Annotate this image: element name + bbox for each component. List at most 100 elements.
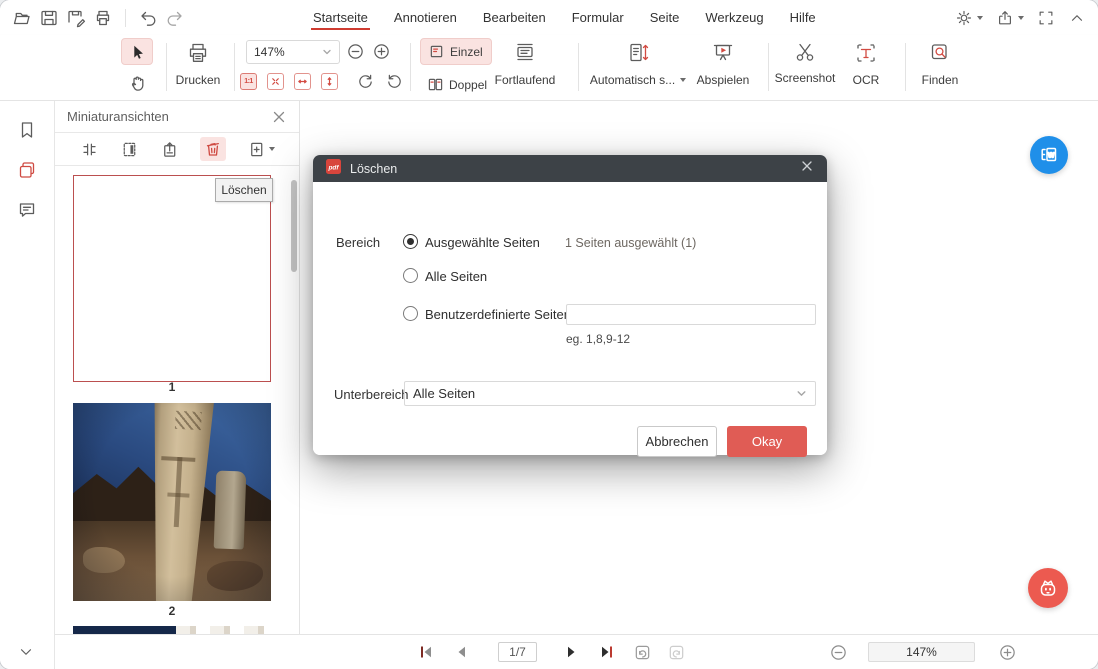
add-page-button[interactable] (247, 140, 275, 159)
tab-hilfe[interactable]: Hilfe (790, 0, 816, 35)
toolbar: Drucken 147% 1:1 Einzel Doppel For (0, 35, 1098, 101)
okay-button[interactable]: Okay (727, 426, 807, 457)
rotate-cw-button[interactable] (356, 72, 375, 91)
menubar-divider (125, 9, 126, 27)
panel-scrollbar[interactable] (291, 180, 297, 272)
save-icon[interactable] (39, 8, 59, 28)
select-tool-button[interactable] (121, 38, 153, 65)
cancel-button[interactable]: Abbrechen (637, 426, 717, 457)
print-button[interactable]: Drucken (170, 35, 226, 87)
fullscreen-icon[interactable] (1037, 9, 1055, 27)
play-label: Abspielen (697, 73, 750, 87)
zoom-select[interactable]: 147% (246, 40, 340, 64)
autoscroll-label: Automatisch s... (590, 73, 675, 87)
screenshot-button[interactable]: Screenshot (772, 35, 838, 85)
page-indicator[interactable]: 1/7 (498, 642, 537, 662)
continuous-label: Fortlaufend (495, 73, 556, 87)
zoom-in-button[interactable] (372, 42, 391, 61)
last-page-button[interactable] (599, 635, 615, 669)
convert-to-word-button[interactable]: W (1030, 136, 1068, 174)
extract-page-icon[interactable] (120, 140, 139, 159)
open-file-icon[interactable] (12, 8, 32, 28)
double-page-button[interactable]: Doppel (420, 71, 495, 98)
tab-annotieren[interactable]: Annotieren (394, 0, 457, 35)
delete-tooltip: Löschen (215, 178, 273, 202)
page-fit-group: 1:1 (240, 72, 404, 91)
dialog-titlebar[interactable]: pdf Löschen (313, 155, 827, 182)
zoom-level-box[interactable]: 147% (868, 642, 975, 662)
fit-width-button[interactable] (294, 73, 311, 90)
print-icon[interactable] (93, 8, 113, 28)
tab-formular[interactable]: Formular (572, 0, 624, 35)
page-number-2: 2 (73, 604, 271, 618)
continuous-button[interactable]: Fortlaufend (492, 35, 558, 87)
find-button[interactable]: Finden (912, 35, 968, 87)
custom-pages-input[interactable] (566, 304, 816, 325)
tab-seite[interactable]: Seite (650, 0, 680, 35)
insert-page-icon[interactable] (80, 140, 99, 159)
restore-view-forward-icon[interactable] (667, 635, 686, 669)
hand-tool-button[interactable] (127, 72, 149, 94)
chevron-down-icon[interactable] (17, 643, 35, 661)
tab-startseite[interactable]: Startseite (313, 0, 368, 35)
zoom-out-button[interactable] (346, 42, 365, 61)
svg-text:W: W (1048, 153, 1055, 160)
next-page-button[interactable] (565, 635, 581, 669)
ocr-button[interactable]: OCR (846, 35, 886, 87)
single-page-button[interactable]: Einzel (420, 38, 492, 65)
autoscroll-button[interactable]: Automatisch s... (588, 35, 688, 87)
restore-view-back-icon[interactable] (633, 635, 652, 669)
thumbnail-page-1[interactable] (73, 175, 271, 382)
page-indicator-value[interactable]: 1/7 (498, 642, 537, 662)
bookmarks-panel-button[interactable] (16, 119, 38, 141)
radio-selected-pages[interactable] (403, 234, 418, 249)
zoom-out-status-button[interactable] (829, 635, 848, 669)
thumbnail-page-2[interactable] (73, 403, 271, 601)
previous-page-button[interactable] (453, 635, 469, 669)
tab-werkzeug[interactable]: Werkzeug (705, 0, 763, 35)
range-label: Bereich (336, 235, 380, 250)
thumbnail-page-3[interactable] (73, 626, 271, 634)
selection-info: 1 Seiten ausgewählt (1) (565, 236, 696, 250)
rotate-ccw-button[interactable] (385, 72, 404, 91)
first-page-button[interactable] (418, 635, 434, 669)
close-panel-icon[interactable] (271, 109, 287, 125)
continuous-scroll-icon (512, 40, 538, 66)
theme-caret-icon (977, 16, 983, 20)
menubar: Startseite Annotieren Bearbeiten Formula… (0, 0, 1098, 35)
app-pdf-icon: pdf (326, 159, 341, 179)
menubar-window-actions (955, 0, 1086, 35)
page-2-image (73, 403, 271, 601)
actual-size-button[interactable]: 1:1 (240, 73, 257, 90)
dialog-body: Bereich Ausgewählte Seiten 1 Seiten ausg… (313, 182, 827, 455)
ai-assistant-button[interactable] (1028, 568, 1068, 608)
scissors-icon (793, 40, 817, 64)
ocr-label: OCR (853, 73, 880, 87)
comments-panel-button[interactable] (16, 199, 38, 221)
delete-page-button[interactable] (200, 137, 226, 161)
share-button[interactable] (996, 9, 1024, 27)
save-as-icon[interactable] (66, 8, 86, 28)
dialog-close-icon[interactable] (800, 159, 814, 178)
cursor-arrow-icon (128, 43, 146, 61)
radio-custom-pages[interactable] (403, 306, 418, 321)
tab-bearbeiten[interactable]: Bearbeiten (483, 0, 546, 35)
zoom-in-status-button[interactable] (998, 635, 1017, 669)
page-number-1: 1 (73, 380, 271, 394)
radio-custom-pages-label: Benutzerdefinierte Seiten (425, 307, 571, 322)
collapse-toolbar-icon[interactable] (1068, 9, 1086, 27)
thumbnails-panel-button[interactable] (16, 159, 38, 181)
subrange-select[interactable]: Alle Seiten (404, 381, 816, 406)
theme-button[interactable] (955, 9, 983, 27)
radio-all-pages[interactable] (403, 268, 418, 283)
autoscroll-caret-icon (680, 78, 686, 82)
redo-icon[interactable] (165, 8, 185, 28)
replace-page-icon[interactable] (160, 140, 179, 159)
chevron-down-icon (796, 388, 807, 399)
toolbar-divider (166, 43, 167, 91)
fit-height-button[interactable] (321, 73, 338, 90)
fit-page-button[interactable] (267, 73, 284, 90)
play-button[interactable]: Abspielen (692, 35, 754, 87)
undo-icon[interactable] (138, 8, 158, 28)
autoscroll-icon (625, 40, 651, 66)
